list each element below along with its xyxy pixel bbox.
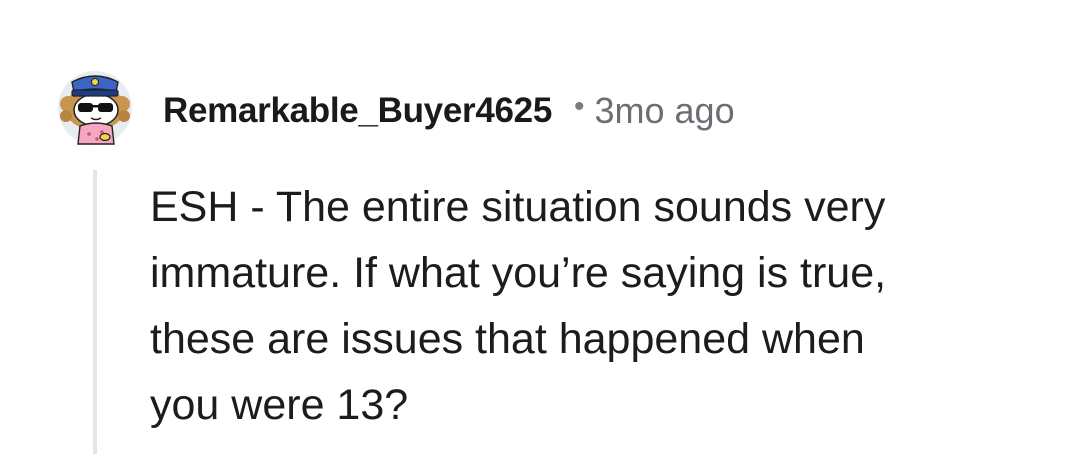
comment-timestamp: 3mo ago <box>594 90 735 131</box>
comment-body-line: immature. If what you’re saying is true, <box>150 249 887 297</box>
comment: Remarkable_Buyer4625 • 3mo ago ESH - The… <box>0 0 1079 454</box>
comment-body-line: you were 13? <box>150 381 409 429</box>
meta-separator: • <box>573 90 585 123</box>
snoo-avatar-icon <box>58 71 132 145</box>
thread-collapse-line[interactable] <box>93 170 97 454</box>
author-username[interactable]: Remarkable_Buyer4625 <box>163 91 552 131</box>
comment-body-line: ESH - The entire situation sounds very <box>150 183 886 231</box>
comment-body: ESH - The entire situation sounds very i… <box>150 174 1030 438</box>
comment-body-line: these are issues that happened when <box>150 315 865 363</box>
comment-meta: Remarkable_Buyer4625 • 3mo ago <box>163 88 735 134</box>
user-avatar[interactable] <box>56 64 134 146</box>
